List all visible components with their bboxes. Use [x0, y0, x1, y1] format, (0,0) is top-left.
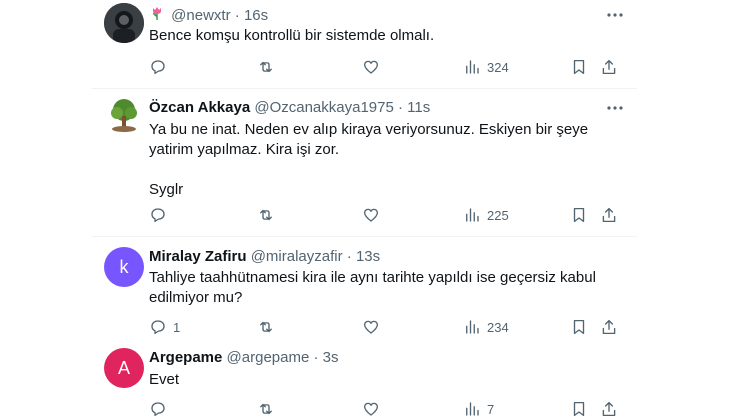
share-icon: [602, 319, 616, 335]
tweet-header: Argepame @argepame · 3s: [149, 348, 339, 368]
tulip-icon: [149, 5, 165, 27]
heart-icon: [363, 60, 379, 74]
bookmark-button[interactable]: [570, 317, 588, 337]
tweet-feed: @newxtr · 16s Bence komşu kontrollü bir …: [92, 0, 637, 420]
share-icon: [602, 401, 616, 417]
like-button[interactable]: [362, 57, 380, 77]
avatar-image: [104, 96, 144, 136]
timestamp[interactable]: 11s: [407, 99, 430, 116]
analytics-icon: [466, 402, 479, 416]
timestamp[interactable]: 3s: [323, 349, 339, 366]
bookmark-icon: [573, 59, 585, 75]
timestamp[interactable]: 16s: [244, 7, 268, 24]
avatar[interactable]: [104, 96, 144, 136]
user-handle[interactable]: @Ozcanakkaya1975: [254, 99, 393, 116]
view-count: 7: [487, 401, 495, 417]
views-button[interactable]: 225: [463, 205, 509, 225]
timestamp[interactable]: 13s: [356, 248, 380, 265]
share-button[interactable]: [600, 317, 618, 337]
retweet-icon: [260, 61, 272, 73]
tweet-text: Evet: [149, 371, 180, 388]
tweet-actions: 225: [149, 205, 629, 225]
like-button[interactable]: [362, 205, 380, 225]
retweet-icon: [260, 209, 272, 221]
bookmark-button[interactable]: [570, 205, 588, 225]
retweet-button[interactable]: [257, 57, 275, 77]
more-options-button[interactable]: [604, 5, 626, 25]
analytics-icon: [466, 60, 479, 74]
user-handle[interactable]: @miralayzafir: [251, 248, 343, 265]
reply-icon: [151, 208, 165, 223]
views-button[interactable]: 324: [463, 57, 509, 77]
tweet-header: Özcan Akkaya @Ozcanakkaya1975 · 11s: [149, 98, 430, 118]
heart-icon: [363, 402, 379, 416]
more-icon: [607, 106, 623, 110]
reply-icon: [151, 60, 165, 75]
tweet-text: Bence komşu kontrollü bir sistemde olmal…: [149, 27, 435, 44]
retweet-button[interactable]: [257, 205, 275, 225]
bookmark-icon: [573, 207, 585, 223]
more-options-button[interactable]: [604, 98, 626, 118]
tweet-actions: 7: [149, 399, 629, 419]
user-handle[interactable]: @newxtr: [171, 7, 230, 24]
separator: ·: [398, 99, 403, 116]
avatar-image: [104, 3, 144, 43]
bookmark-button[interactable]: [570, 399, 588, 419]
reply-button[interactable]: [149, 57, 173, 77]
avatar-letter: k: [119, 256, 129, 277]
display-name[interactable]: Argepame: [149, 349, 222, 366]
reply-button[interactable]: [149, 205, 173, 225]
tweet[interactable]: @newxtr · 16s Bence komşu kontrollü bir …: [92, 0, 637, 85]
separator: ·: [234, 6, 240, 24]
retweet-icon: [260, 403, 272, 415]
share-button[interactable]: [600, 205, 618, 225]
reply-button[interactable]: [149, 399, 173, 419]
avatar[interactable]: k: [104, 247, 144, 287]
reply-count: 1: [173, 319, 181, 335]
tweet-actions: 1 234: [149, 317, 629, 337]
display-name[interactable]: Miralay Zafiru: [149, 248, 247, 265]
share-button[interactable]: [600, 57, 618, 77]
share-icon: [602, 207, 616, 223]
reply-button[interactable]: 1: [149, 317, 180, 337]
views-button[interactable]: 234: [463, 317, 509, 337]
tweet-text: Ya bu ne inat. Neden ev alıp kiraya veri…: [149, 121, 589, 198]
avatar-letter: A: [117, 357, 130, 378]
views-button[interactable]: 7: [463, 399, 494, 419]
view-count: 234: [487, 319, 509, 335]
tweet[interactable]: A Argepame @argepame · 3s Evet 7: [92, 340, 637, 420]
user-handle[interactable]: @argepame: [227, 349, 310, 366]
tweet-text: Tahliye taahhütnamesi kira ile aynı tari…: [149, 269, 596, 306]
view-count: 324: [487, 59, 509, 75]
tweet-header: Miralay Zafiru @miralayzafir · 13s: [149, 247, 380, 267]
heart-icon: [363, 208, 379, 222]
retweet-icon: [260, 321, 272, 333]
tweet[interactable]: k Miralay Zafiru @miralayzafir · 13s Tah…: [92, 237, 637, 339]
heart-icon: [363, 320, 379, 334]
avatar[interactable]: [104, 3, 144, 43]
analytics-icon: [466, 320, 479, 334]
tweet[interactable]: Özcan Akkaya @Ozcanakkaya1975 · 11s Ya b…: [92, 89, 637, 234]
tweet-actions: 324: [149, 57, 629, 77]
reply-icon: [151, 402, 165, 417]
share-icon: [602, 59, 616, 75]
bookmark-icon: [573, 319, 585, 335]
more-icon: [607, 13, 623, 17]
like-button[interactable]: [362, 317, 380, 337]
view-count: 225: [487, 207, 509, 223]
like-button[interactable]: [362, 399, 380, 419]
bookmark-button[interactable]: [570, 57, 588, 77]
display-name[interactable]: Özcan Akkaya: [149, 99, 250, 116]
analytics-icon: [466, 208, 479, 222]
avatar[interactable]: A: [104, 348, 144, 388]
reply-icon: [151, 320, 165, 335]
separator: ·: [313, 349, 319, 366]
retweet-button[interactable]: [257, 317, 275, 337]
bookmark-icon: [573, 401, 585, 417]
retweet-button[interactable]: [257, 399, 275, 419]
tweet-header: @newxtr · 16s: [149, 5, 268, 27]
separator: ·: [346, 248, 352, 265]
share-button[interactable]: [600, 399, 618, 419]
